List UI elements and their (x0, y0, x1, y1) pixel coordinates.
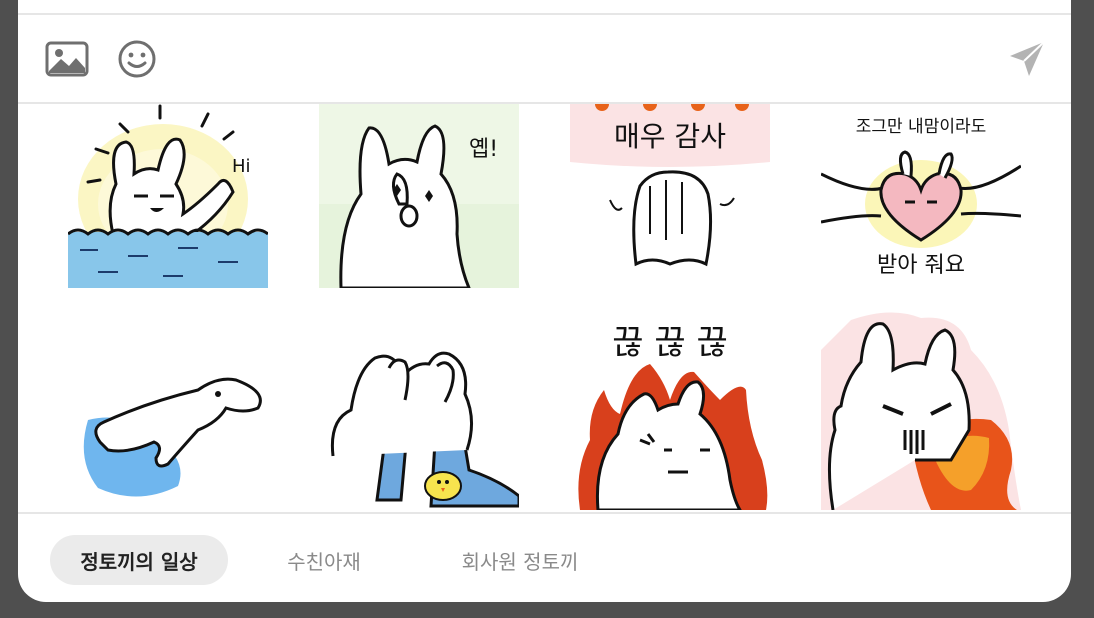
send-icon (1010, 41, 1045, 76)
sticker-fire-breath[interactable] (821, 310, 1021, 511)
tab-jeongtokki-daily[interactable]: 정토끼의 일상 (50, 535, 228, 585)
sticker-hi[interactable]: Hi (67, 104, 269, 288)
sticker-grid: Hi 옙! 매우 감사 조그만 내맘이라도 받아 줘요 끊 끊 끊 (18, 104, 1071, 512)
sticker-yep-art: 옙! (319, 104, 519, 290)
sticker-heart-art: 조그만 내맘이라도 받아 줘요 (820, 117, 1022, 278)
emoji-icon (118, 40, 156, 78)
sticker-fire-breath-art (821, 312, 1021, 511)
sticker-crying-art (330, 351, 521, 508)
sticker-yep[interactable]: 옙! (319, 104, 519, 290)
sticker-angry[interactable]: 끊 끊 끊 (570, 310, 770, 512)
tab-office-jeongtokki[interactable]: 회사원 정토끼 (432, 535, 608, 585)
tab-suchin-ajae[interactable]: 수친아재 (266, 535, 382, 585)
sticker-dolphin-art (83, 377, 262, 497)
composer-toolbar (18, 15, 1071, 104)
sticker-heart-text-top: 조그만 내맘이라도 (856, 117, 987, 137)
tab-suchin-ajae-label: 수친아재 (287, 549, 361, 574)
sticker-thanks[interactable]: 매우 감사 (570, 104, 770, 288)
input-area-edge (18, 0, 1071, 15)
sticker-hi-text: Hi (232, 156, 251, 177)
tab-office-jeongtokki-label: 회사원 정토끼 (461, 549, 579, 574)
sticker-yep-text: 옙! (469, 137, 498, 162)
image-icon (45, 41, 89, 77)
sticker-angry-art: 끊 끊 끊 (578, 323, 768, 512)
sticker-hi-art: Hi (67, 104, 269, 288)
sticker-pack-tabs: 정토끼의 일상 수친아재 회사원 정토끼 (18, 512, 1071, 602)
send-button[interactable] (1004, 39, 1050, 79)
sticker-dolphin[interactable] (68, 310, 268, 510)
image-button[interactable] (44, 39, 90, 79)
sticker-angry-text: 끊 끊 끊 (612, 323, 727, 363)
sticker-thanks-text: 매우 감사 (614, 120, 726, 153)
emoji-button[interactable] (114, 39, 160, 79)
sticker-crying[interactable] (319, 310, 521, 510)
sticker-heart[interactable]: 조그만 내맘이라도 받아 줘요 (820, 104, 1022, 288)
tab-jeongtokki-daily-label: 정토끼의 일상 (80, 549, 198, 574)
sticker-heart-text-bottom: 받아 줘요 (877, 253, 965, 278)
sticker-panel: Hi 옙! 매우 감사 조그만 내맘이라도 받아 줘요 끊 끊 끊 정토끼의 일… (18, 0, 1071, 602)
sticker-thanks-art: 매우 감사 (570, 104, 770, 267)
